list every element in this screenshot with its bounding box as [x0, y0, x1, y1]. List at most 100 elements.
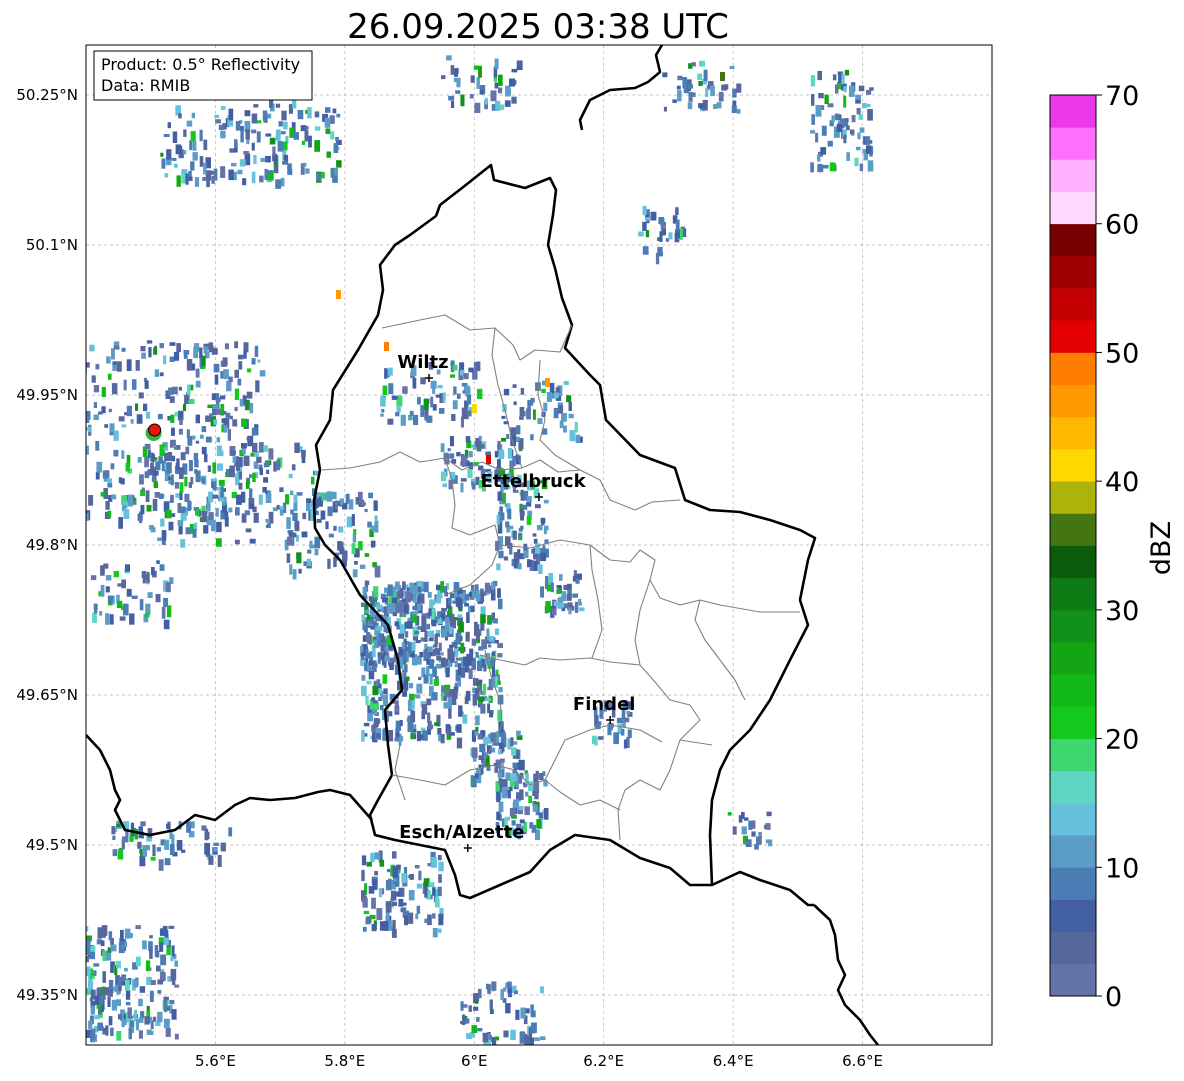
- echo-pixel: [392, 919, 396, 931]
- echo-pixel: [528, 781, 534, 791]
- echo-pixel: [476, 77, 480, 89]
- echo-pixel: [113, 430, 119, 441]
- echo-pixel: [675, 207, 679, 215]
- echo-pixel: [141, 352, 146, 359]
- echo-pixel: [528, 795, 532, 804]
- echo-pixel: [126, 588, 132, 597]
- echo-pixel: [438, 861, 444, 872]
- echo-pixel: [435, 898, 440, 908]
- echo-pixel: [513, 799, 520, 809]
- echo-pixel: [475, 715, 480, 726]
- echo-pixel: [183, 350, 190, 355]
- echo-pixel: [93, 414, 99, 421]
- echo-pixel: [131, 379, 137, 390]
- echo-pixel: [164, 858, 171, 866]
- echo-pixel: [100, 492, 105, 497]
- echo-pixel: [498, 748, 502, 755]
- echo-pixel: [494, 100, 501, 111]
- echo-pixel: [101, 926, 106, 938]
- echo-pixel: [371, 897, 376, 909]
- echo-pixel: [111, 494, 117, 500]
- echo-pixel: [178, 386, 182, 391]
- echo-pixel: [229, 465, 235, 478]
- echo-pixel: [204, 828, 209, 841]
- echo-pixel: [193, 452, 198, 460]
- echo-pixel: [103, 987, 110, 995]
- echo-pixel: [167, 122, 171, 129]
- echo-pixel: [290, 490, 294, 496]
- echo-pixel: [473, 993, 480, 1001]
- echo-pixel: [203, 139, 208, 150]
- echo-pixel: [169, 999, 175, 1005]
- echo-pixel: [645, 230, 650, 238]
- echo-pixel: [213, 363, 220, 373]
- colorbar-segment: [1050, 609, 1096, 643]
- echo-pixel: [71, 489, 76, 495]
- echo-pixel: [211, 393, 216, 401]
- echo-pixel: [100, 584, 105, 597]
- echo-pixel: [627, 729, 632, 739]
- echo-pixel: [534, 791, 539, 800]
- echo-pixel: [301, 140, 306, 145]
- echo-pixel: [464, 595, 469, 600]
- echo-pixel: [351, 514, 355, 526]
- echo-pixel: [466, 460, 470, 467]
- echo-pixel: [220, 106, 226, 110]
- echo-pixel: [540, 586, 544, 598]
- city-label: Esch/Alzette: [399, 822, 524, 843]
- echo-pixel: [835, 84, 839, 94]
- echo-pixel: [128, 1028, 132, 1040]
- echo-pixel: [173, 446, 180, 450]
- echo-pixel: [66, 490, 72, 495]
- echo-pixel: [293, 494, 298, 503]
- echo-pixel: [732, 826, 737, 835]
- echo-pixel: [447, 597, 452, 605]
- echo-pixel: [542, 771, 546, 776]
- echo-pixel: [135, 956, 141, 967]
- echo-pixel: [195, 508, 200, 516]
- echo-pixel: [497, 491, 503, 501]
- echo-pixel: [293, 502, 298, 512]
- echo-pixel: [45, 450, 50, 453]
- echo-pixel: [118, 517, 123, 529]
- echo-pixel: [180, 506, 186, 513]
- echo-pixel: [512, 762, 518, 768]
- echo-pixel: [385, 901, 392, 913]
- echo-pixel: [272, 146, 276, 156]
- echo-pixel: [568, 413, 574, 419]
- echo-pixel: [193, 522, 198, 530]
- echo-pixel: [468, 367, 474, 373]
- echo-pixel: [303, 561, 307, 566]
- echo-pixel: [376, 625, 383, 631]
- echo-pixel: [441, 608, 448, 612]
- echo-pixel: [106, 356, 111, 364]
- colorbar-segment: [1050, 223, 1096, 257]
- echo-pixel: [332, 108, 337, 114]
- echo-pixel: [184, 476, 188, 487]
- echo-pixel: [361, 869, 365, 882]
- echo-pixel: [212, 462, 217, 474]
- echo-pixel: [460, 1001, 464, 1011]
- echo-pixel: [380, 413, 384, 417]
- echo-pixel: [374, 565, 381, 578]
- echo-pixel: [361, 685, 367, 697]
- echo-pixel: [578, 607, 585, 612]
- echo-pixel: [442, 483, 448, 488]
- echo-pixel: [857, 132, 861, 140]
- echo-pixel: [112, 849, 117, 857]
- echo-pixel: [460, 94, 465, 107]
- echo-pixel: [149, 990, 154, 1002]
- echo-pixel: [103, 563, 109, 569]
- echo-pixel: [93, 963, 100, 967]
- echo-pixel: [533, 538, 538, 544]
- echo-pixel: [865, 136, 871, 145]
- echo-pixel: [367, 521, 372, 528]
- echo-pixel: [386, 869, 391, 873]
- echo-pixel: [485, 451, 491, 456]
- echo-pixel: [275, 103, 281, 108]
- echo-pixel: [147, 449, 151, 458]
- echo-pixel: [437, 728, 442, 735]
- echo-pixel: [218, 479, 225, 486]
- echo-pixel: [100, 1006, 104, 1012]
- echo-pixel: [281, 110, 287, 121]
